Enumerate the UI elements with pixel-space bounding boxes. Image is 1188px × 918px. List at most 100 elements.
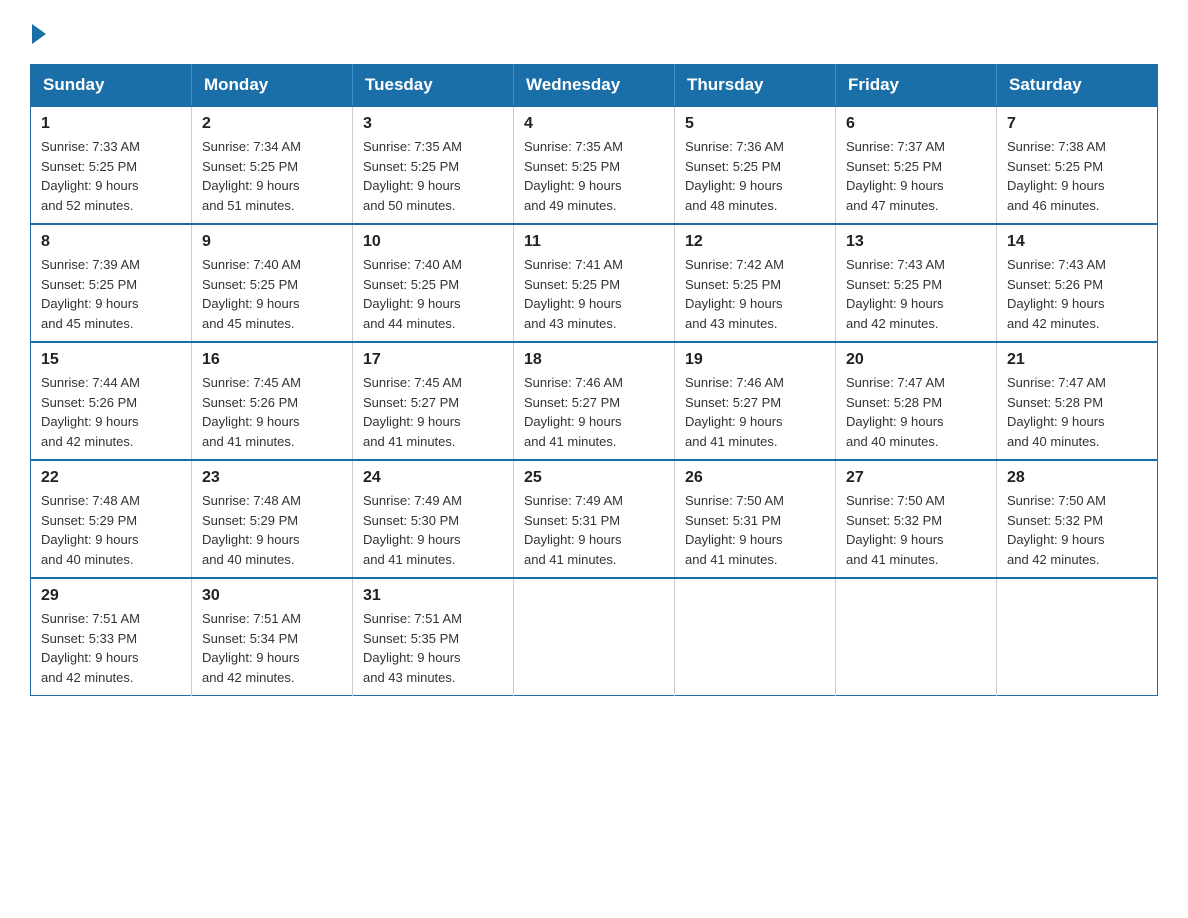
day-number: 26 [685,469,825,487]
calendar-cell [997,578,1158,696]
calendar-cell [514,578,675,696]
day-number: 15 [41,351,181,369]
calendar-cell: 27 Sunrise: 7:50 AMSunset: 5:32 PMDaylig… [836,460,997,578]
day-info: Sunrise: 7:43 AMSunset: 5:25 PMDaylight:… [846,257,945,331]
day-info: Sunrise: 7:37 AMSunset: 5:25 PMDaylight:… [846,139,945,213]
day-number: 23 [202,469,342,487]
calendar-cell: 16 Sunrise: 7:45 AMSunset: 5:26 PMDaylig… [192,342,353,460]
logo-triangle-icon [32,24,46,44]
calendar-cell: 30 Sunrise: 7:51 AMSunset: 5:34 PMDaylig… [192,578,353,696]
day-number: 17 [363,351,503,369]
day-of-week-header: Sunday [31,65,192,107]
day-number: 22 [41,469,181,487]
day-number: 21 [1007,351,1147,369]
day-info: Sunrise: 7:42 AMSunset: 5:25 PMDaylight:… [685,257,784,331]
calendar-cell: 29 Sunrise: 7:51 AMSunset: 5:33 PMDaylig… [31,578,192,696]
calendar-week-row: 8 Sunrise: 7:39 AMSunset: 5:25 PMDayligh… [31,224,1158,342]
calendar-cell: 4 Sunrise: 7:35 AMSunset: 5:25 PMDayligh… [514,106,675,224]
day-number: 13 [846,233,986,251]
day-number: 6 [846,115,986,133]
day-number: 12 [685,233,825,251]
day-info: Sunrise: 7:34 AMSunset: 5:25 PMDaylight:… [202,139,301,213]
calendar-table: SundayMondayTuesdayWednesdayThursdayFrid… [30,64,1158,696]
day-info: Sunrise: 7:38 AMSunset: 5:25 PMDaylight:… [1007,139,1106,213]
calendar-header-row: SundayMondayTuesdayWednesdayThursdayFrid… [31,65,1158,107]
calendar-cell: 8 Sunrise: 7:39 AMSunset: 5:25 PMDayligh… [31,224,192,342]
day-of-week-header: Monday [192,65,353,107]
calendar-cell: 23 Sunrise: 7:48 AMSunset: 5:29 PMDaylig… [192,460,353,578]
day-info: Sunrise: 7:45 AMSunset: 5:26 PMDaylight:… [202,375,301,449]
calendar-cell: 19 Sunrise: 7:46 AMSunset: 5:27 PMDaylig… [675,342,836,460]
day-number: 9 [202,233,342,251]
day-of-week-header: Thursday [675,65,836,107]
day-number: 25 [524,469,664,487]
calendar-week-row: 15 Sunrise: 7:44 AMSunset: 5:26 PMDaylig… [31,342,1158,460]
calendar-cell: 3 Sunrise: 7:35 AMSunset: 5:25 PMDayligh… [353,106,514,224]
day-info: Sunrise: 7:47 AMSunset: 5:28 PMDaylight:… [846,375,945,449]
calendar-cell: 2 Sunrise: 7:34 AMSunset: 5:25 PMDayligh… [192,106,353,224]
page-header [30,20,1158,44]
day-of-week-header: Wednesday [514,65,675,107]
calendar-cell: 11 Sunrise: 7:41 AMSunset: 5:25 PMDaylig… [514,224,675,342]
calendar-cell: 22 Sunrise: 7:48 AMSunset: 5:29 PMDaylig… [31,460,192,578]
calendar-cell: 7 Sunrise: 7:38 AMSunset: 5:25 PMDayligh… [997,106,1158,224]
day-number: 24 [363,469,503,487]
calendar-cell: 6 Sunrise: 7:37 AMSunset: 5:25 PMDayligh… [836,106,997,224]
calendar-week-row: 22 Sunrise: 7:48 AMSunset: 5:29 PMDaylig… [31,460,1158,578]
calendar-cell: 9 Sunrise: 7:40 AMSunset: 5:25 PMDayligh… [192,224,353,342]
calendar-cell: 25 Sunrise: 7:49 AMSunset: 5:31 PMDaylig… [514,460,675,578]
day-info: Sunrise: 7:50 AMSunset: 5:32 PMDaylight:… [846,493,945,567]
day-number: 20 [846,351,986,369]
day-info: Sunrise: 7:40 AMSunset: 5:25 PMDaylight:… [202,257,301,331]
day-number: 30 [202,587,342,605]
calendar-cell: 10 Sunrise: 7:40 AMSunset: 5:25 PMDaylig… [353,224,514,342]
day-info: Sunrise: 7:48 AMSunset: 5:29 PMDaylight:… [202,493,301,567]
calendar-week-row: 1 Sunrise: 7:33 AMSunset: 5:25 PMDayligh… [31,106,1158,224]
day-number: 10 [363,233,503,251]
calendar-cell: 18 Sunrise: 7:46 AMSunset: 5:27 PMDaylig… [514,342,675,460]
day-info: Sunrise: 7:39 AMSunset: 5:25 PMDaylight:… [41,257,140,331]
day-number: 2 [202,115,342,133]
day-info: Sunrise: 7:46 AMSunset: 5:27 PMDaylight:… [524,375,623,449]
day-of-week-header: Friday [836,65,997,107]
calendar-cell: 26 Sunrise: 7:50 AMSunset: 5:31 PMDaylig… [675,460,836,578]
calendar-cell: 15 Sunrise: 7:44 AMSunset: 5:26 PMDaylig… [31,342,192,460]
day-info: Sunrise: 7:48 AMSunset: 5:29 PMDaylight:… [41,493,140,567]
day-info: Sunrise: 7:50 AMSunset: 5:32 PMDaylight:… [1007,493,1106,567]
day-info: Sunrise: 7:49 AMSunset: 5:30 PMDaylight:… [363,493,462,567]
day-info: Sunrise: 7:36 AMSunset: 5:25 PMDaylight:… [685,139,784,213]
day-number: 31 [363,587,503,605]
day-number: 27 [846,469,986,487]
calendar-cell: 20 Sunrise: 7:47 AMSunset: 5:28 PMDaylig… [836,342,997,460]
day-number: 8 [41,233,181,251]
day-number: 11 [524,233,664,251]
calendar-week-row: 29 Sunrise: 7:51 AMSunset: 5:33 PMDaylig… [31,578,1158,696]
day-info: Sunrise: 7:45 AMSunset: 5:27 PMDaylight:… [363,375,462,449]
day-number: 19 [685,351,825,369]
calendar-cell: 13 Sunrise: 7:43 AMSunset: 5:25 PMDaylig… [836,224,997,342]
day-number: 7 [1007,115,1147,133]
day-info: Sunrise: 7:41 AMSunset: 5:25 PMDaylight:… [524,257,623,331]
day-number: 5 [685,115,825,133]
calendar-cell: 21 Sunrise: 7:47 AMSunset: 5:28 PMDaylig… [997,342,1158,460]
day-info: Sunrise: 7:33 AMSunset: 5:25 PMDaylight:… [41,139,140,213]
day-number: 3 [363,115,503,133]
day-of-week-header: Tuesday [353,65,514,107]
calendar-cell [836,578,997,696]
calendar-cell: 31 Sunrise: 7:51 AMSunset: 5:35 PMDaylig… [353,578,514,696]
calendar-cell [675,578,836,696]
day-info: Sunrise: 7:50 AMSunset: 5:31 PMDaylight:… [685,493,784,567]
day-info: Sunrise: 7:44 AMSunset: 5:26 PMDaylight:… [41,375,140,449]
day-number: 4 [524,115,664,133]
day-number: 16 [202,351,342,369]
day-info: Sunrise: 7:46 AMSunset: 5:27 PMDaylight:… [685,375,784,449]
day-info: Sunrise: 7:40 AMSunset: 5:25 PMDaylight:… [363,257,462,331]
calendar-cell: 14 Sunrise: 7:43 AMSunset: 5:26 PMDaylig… [997,224,1158,342]
calendar-cell: 5 Sunrise: 7:36 AMSunset: 5:25 PMDayligh… [675,106,836,224]
day-info: Sunrise: 7:51 AMSunset: 5:34 PMDaylight:… [202,611,301,685]
day-number: 18 [524,351,664,369]
calendar-cell: 1 Sunrise: 7:33 AMSunset: 5:25 PMDayligh… [31,106,192,224]
calendar-cell: 24 Sunrise: 7:49 AMSunset: 5:30 PMDaylig… [353,460,514,578]
calendar-cell: 17 Sunrise: 7:45 AMSunset: 5:27 PMDaylig… [353,342,514,460]
day-number: 29 [41,587,181,605]
